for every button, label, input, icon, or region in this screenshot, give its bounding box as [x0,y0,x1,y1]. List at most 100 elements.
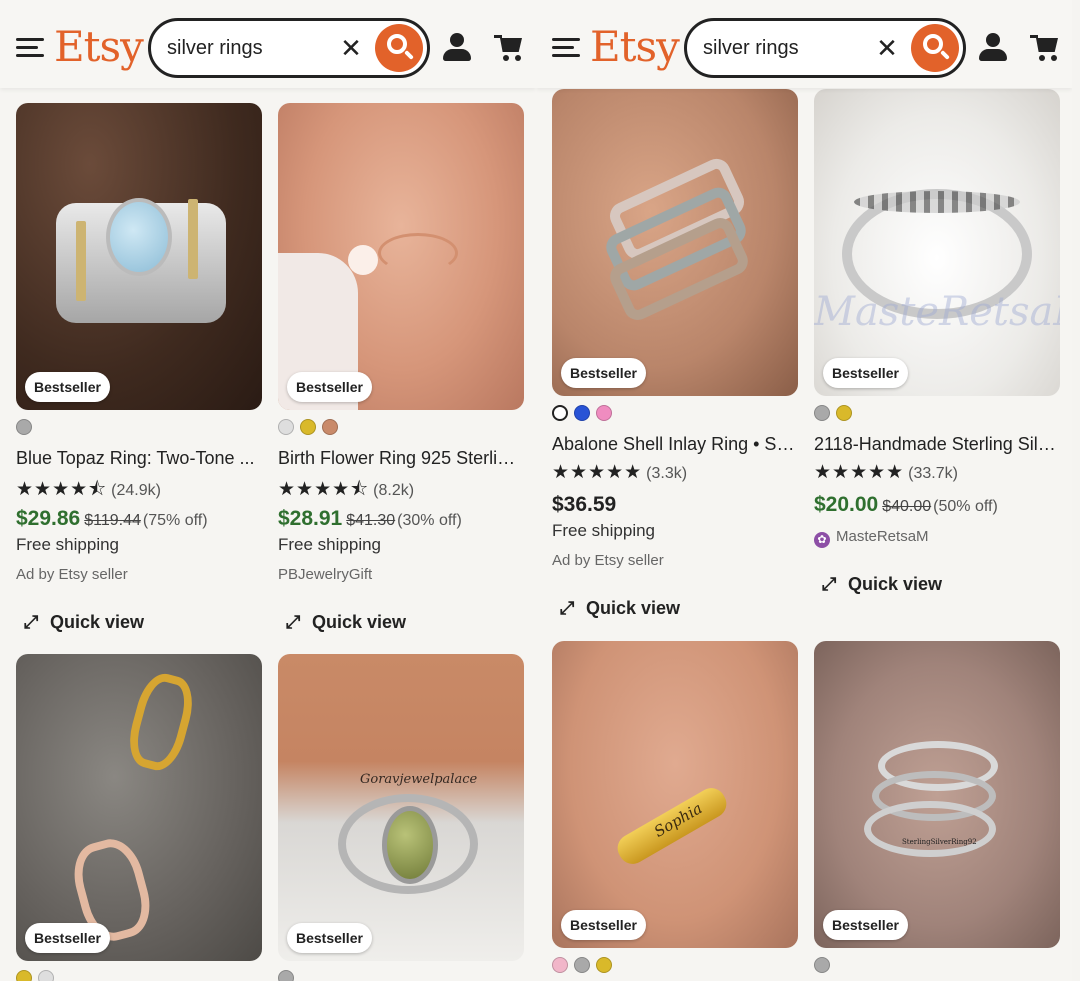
seller-label: Ad by Etsy seller [16,566,128,583]
quick-view-button[interactable]: ⤢ Quick view [560,598,680,619]
swatch-silver[interactable] [814,957,830,973]
swatch-silver[interactable] [278,970,294,981]
color-swatches [814,957,836,975]
price-line: $36.59 [552,493,616,517]
swatch-silver[interactable] [278,419,294,435]
product-image[interactable]: Goravjewelpalace Bestseller [278,654,524,961]
bestseller-badge: Bestseller [561,358,646,388]
user-account-icon[interactable] [978,33,1008,63]
expand-arrows-icon: ⤢ [24,612,39,632]
rating: ★★★★★ (3.3k) [552,461,687,484]
sale-price: $20.00 [814,493,879,516]
bestseller-badge: Bestseller [25,372,110,402]
color-swatches [814,405,858,423]
swatch-gold[interactable] [16,970,32,981]
shipping-info: Free shipping [278,535,382,554]
shop-watermark: MasteRetsaM [814,289,1060,335]
product-image[interactable]: Bestseller [16,654,262,961]
original-price: $40.00 [882,498,932,515]
price-line: $29.86 $119.44 (75% off) [16,507,208,531]
color-swatches [278,970,300,981]
hamburger-menu-icon[interactable] [16,38,44,58]
shipping-info: Free shipping [16,535,120,554]
product-image[interactable]: SterlingSilverRing92 Bestseller [814,641,1060,948]
swatch-rose[interactable] [552,957,568,973]
left-results-pane: Etsy ✕ Bestseller Blue Topaz Ring: Two-T… [0,0,536,981]
quick-view-button[interactable]: ⤢ Quick view [24,612,144,633]
swatch-rose-gold[interactable] [322,419,338,435]
shop-name[interactable]: PBJewelryGift [278,566,372,583]
color-swatches [16,970,60,981]
rating: ★★★★★ (33.7k) [814,461,958,484]
swatch-gold[interactable] [836,405,852,421]
sale-price: $29.86 [16,507,81,530]
bestseller-badge: Bestseller [823,358,908,388]
bestseller-badge: Bestseller [287,923,372,953]
quick-view-button[interactable]: ⤢ Quick view [286,612,406,633]
original-price: $119.44 [84,512,141,529]
shop-name[interactable]: ✿ MasteRetsaM [814,528,929,548]
product-image[interactable]: Sophia Bestseller [552,641,798,948]
swatch-silver[interactable] [38,970,54,981]
product-title[interactable]: Birth Flower Ring 925 Sterlin... [278,448,522,469]
quick-view-button[interactable]: ⤢ Quick view [822,574,942,595]
search-bar[interactable]: ✕ [684,18,966,78]
swatch-blue[interactable] [574,405,590,421]
close-icon[interactable]: ✕ [873,33,901,63]
rating: ★★★★⯪ (24.9k) [16,475,161,507]
discount: (75% off) [142,512,208,529]
shopping-cart-icon[interactable] [494,34,526,64]
bestseller-badge: Bestseller [823,910,908,940]
seller-label: Ad by Etsy seller [552,552,664,569]
swatch-pink[interactable] [596,405,612,421]
shop-watermark: SterlingSilverRing92 [902,838,977,846]
review-count: (33.7k) [908,465,958,482]
review-count: (24.9k) [111,482,161,499]
product-image[interactable]: MasteRetsaM Bestseller [814,89,1060,396]
shop-watermark: Goravjewelpalace [360,772,478,787]
color-swatches [552,957,618,975]
top-header: Etsy ✕ [0,0,536,88]
right-results-pane: Etsy ✕ Bestseller Abalone Shell Inlay Ri… [536,0,1072,981]
search-button[interactable] [911,24,959,72]
product-title[interactable]: Abalone Shell Inlay Ring • St... [552,434,796,455]
sale-price: $28.91 [278,507,343,530]
swatch-silver[interactable] [814,405,830,421]
expand-arrows-icon: ⤢ [286,612,301,632]
swatch-silver[interactable] [574,957,590,973]
swatch-gold[interactable] [596,957,612,973]
color-swatches [552,405,618,423]
product-image[interactable]: Bestseller [16,103,262,410]
product-title[interactable]: 2118-Handmade Sterling Silv... [814,434,1058,455]
price: $36.59 [552,493,617,516]
product-image[interactable]: Bestseller [552,89,798,396]
etsy-logo[interactable]: Etsy [54,22,144,71]
discount: (30% off) [397,512,462,529]
rating: ★★★★⯪ (8.2k) [278,475,414,507]
search-input[interactable] [167,35,337,61]
close-icon[interactable]: ✕ [337,33,365,63]
search-input[interactable] [703,35,873,61]
swatch-silver[interactable] [16,419,32,435]
price-line: $20.00 $40.00 (50% off) [814,493,998,517]
star-seller-badge-icon: ✿ [814,532,830,548]
search-bar[interactable]: ✕ [148,18,430,78]
discount: (50% off) [933,498,998,515]
user-account-icon[interactable] [442,33,472,63]
original-price: $41.30 [346,512,396,529]
star-rating-icon: ★★★★⯪ [278,479,370,500]
shopping-cart-icon[interactable] [1030,34,1062,64]
expand-arrows-icon: ⤢ [560,598,575,618]
hamburger-menu-icon[interactable] [552,38,580,58]
bestseller-badge: Bestseller [561,910,646,940]
product-image[interactable]: Bestseller [278,103,524,410]
swatch-white[interactable] [552,405,568,421]
etsy-logo[interactable]: Etsy [590,22,680,71]
expand-arrows-icon: ⤢ [822,574,837,594]
product-title[interactable]: Blue Topaz Ring: Two-Tone ... [16,448,260,469]
star-rating-icon: ★★★★★ [552,462,643,483]
color-swatches [16,419,38,437]
search-button[interactable] [375,24,423,72]
swatch-gold[interactable] [300,419,316,435]
star-rating-icon: ★★★★⯪ [16,479,108,500]
